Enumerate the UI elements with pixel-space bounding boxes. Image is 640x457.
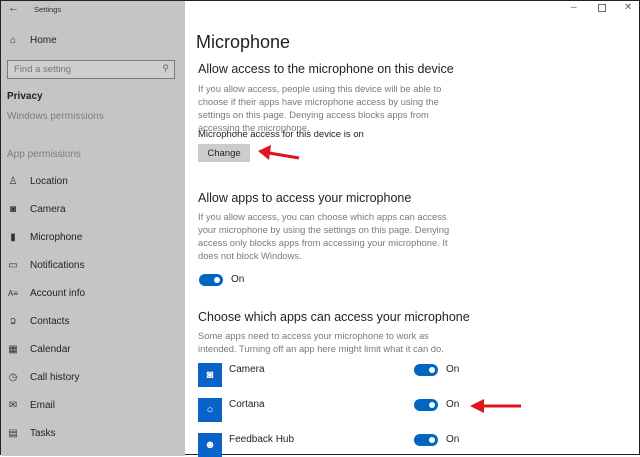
annotation-arrow-change xyxy=(258,145,300,160)
annotation-arrow-cortana xyxy=(470,399,521,413)
annotation-arrows xyxy=(258,145,521,413)
